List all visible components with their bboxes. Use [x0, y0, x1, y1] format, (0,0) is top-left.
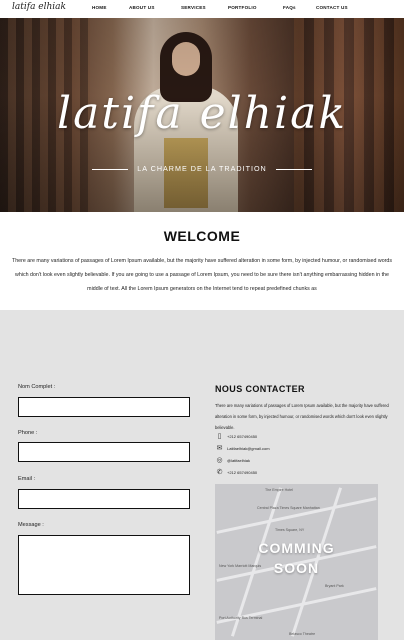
phone-input[interactable]	[18, 442, 190, 462]
nav-link-portfolio[interactable]: PORTFOLIO	[228, 5, 257, 10]
nav-link-home[interactable]: HOME	[92, 5, 107, 10]
contact-phone[interactable]: ▯ +212 657490450	[215, 432, 395, 442]
hero-title: latifa elhiak	[57, 88, 347, 139]
contact-paragraph: There are many variations of passages of…	[215, 403, 389, 430]
name-input[interactable]	[18, 397, 190, 417]
email-input[interactable]	[18, 489, 190, 509]
hero-subtitle-text: LA CHARME DE LA TRADITION	[137, 164, 267, 173]
message-textarea[interactable]	[18, 535, 190, 595]
welcome-paragraph: There are many variations of passages of…	[12, 258, 392, 292]
contact-instagram[interactable]: ◎ @latifaelhiak	[215, 456, 395, 466]
map-placeholder[interactable]: The Empire Hotel Central Plaza Times Squ…	[215, 484, 378, 640]
contact-whatsapp[interactable]: ✆ +212 657490450	[215, 468, 395, 478]
coming-soon-text: COMMING SOON	[258, 540, 335, 576]
name-label: Nom Complet :	[18, 384, 56, 390]
welcome-heading: WELCOME	[163, 228, 241, 244]
email-label: Email :	[18, 476, 36, 482]
logo[interactable]: latifa elhiak	[12, 2, 66, 12]
contact-section: Nom Complet : Phone : Email : Message : …	[0, 310, 404, 640]
message-label: Message :	[18, 522, 44, 528]
contact-email[interactable]: ✉ Latifaelhiak@gmail.com	[215, 444, 395, 454]
nav-link-services[interactable]: SERVICES	[181, 5, 206, 10]
phone-label: Phone :	[18, 430, 38, 436]
contact-heading: NOUS CONTACTER	[215, 384, 305, 394]
nav-link-contact[interactable]: CONTACT US	[316, 5, 348, 10]
phone-icon: ▯	[217, 433, 222, 440]
instagram-icon: ◎	[216, 457, 223, 464]
top-navbar: latifa elhiak HOME ABOUT US SERVICES POR…	[0, 0, 404, 18]
nav-link-about[interactable]: ABOUT US	[129, 5, 155, 10]
whatsapp-icon: ✆	[216, 469, 223, 476]
mail-icon: ✉	[216, 445, 223, 452]
nav-link-faqs[interactable]: FAQs	[283, 5, 296, 10]
hero-banner: latifa elhiak LA CHARME DE LA TRADITION	[0, 18, 404, 212]
hero-subtitle: LA CHARME DE LA TRADITION	[92, 164, 312, 174]
